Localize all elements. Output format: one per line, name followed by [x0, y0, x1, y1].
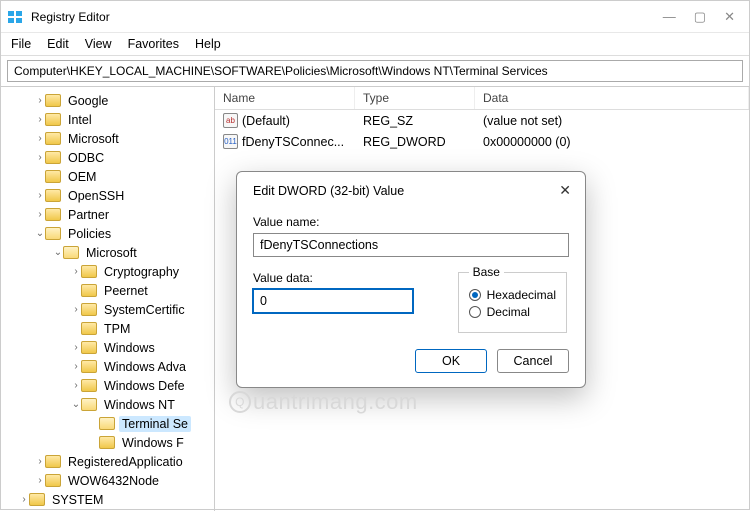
expand-icon[interactable]: › [71, 361, 81, 372]
tree-item[interactable]: Peernet [101, 283, 151, 299]
list-header: Name Type Data [215, 87, 749, 110]
expand-icon[interactable]: › [71, 380, 81, 391]
radio-icon [469, 289, 481, 301]
tree-item[interactable]: Windows Adva [101, 359, 189, 375]
col-type[interactable]: Type [355, 87, 475, 109]
radio-hexadecimal[interactable]: Hexadecimal [469, 288, 556, 302]
expand-icon[interactable]: › [35, 475, 45, 486]
expand-icon[interactable]: › [71, 266, 81, 277]
tree-item-windows-nt[interactable]: Windows NT [101, 397, 178, 413]
address-input[interactable] [7, 60, 743, 82]
tree-item-microsoft[interactable]: Microsoft [83, 245, 140, 261]
radio-label: Hexadecimal [487, 288, 556, 302]
radio-decimal[interactable]: Decimal [469, 305, 556, 319]
value-data: 0x00000000 (0) [475, 135, 749, 149]
ok-button[interactable]: OK [415, 349, 487, 373]
dword-value-icon: 011 [223, 134, 238, 149]
list-item[interactable]: 011 fDenyTSConnec... REG_DWORD 0x00000000… [215, 131, 749, 152]
registry-tree: ›Google ›Intel ›Microsoft ›ODBC OEM ›Ope… [1, 87, 215, 511]
tree-item[interactable]: Partner [65, 207, 112, 223]
tree-item[interactable]: Windows Defe [101, 378, 188, 394]
address-bar [1, 56, 749, 87]
list-item[interactable]: ab (Default) REG_SZ (value not set) [215, 110, 749, 131]
value-name-input[interactable] [253, 233, 569, 257]
value-name: (Default) [242, 114, 290, 128]
expand-icon[interactable]: › [35, 114, 45, 125]
expand-icon[interactable]: › [71, 342, 81, 353]
collapse-icon[interactable]: ⌄ [71, 399, 81, 410]
value-type: REG_SZ [355, 114, 475, 128]
col-name[interactable]: Name [215, 87, 355, 109]
expand-icon[interactable]: › [35, 456, 45, 467]
expand-icon[interactable]: › [35, 95, 45, 106]
window-titlebar: Registry Editor — ▢ ✕ [1, 1, 749, 33]
tree-item[interactable]: ODBC [65, 150, 107, 166]
window-title: Registry Editor [31, 10, 110, 24]
window-minimize-button[interactable]: — [663, 9, 676, 25]
radio-icon [469, 306, 481, 318]
menu-help[interactable]: Help [195, 37, 221, 51]
tree-item[interactable]: SystemCertific [101, 302, 188, 318]
value-data-input[interactable] [253, 289, 413, 313]
tree-item[interactable]: Intel [65, 112, 95, 128]
value-type: REG_DWORD [355, 135, 475, 149]
dialog-title: Edit DWORD (32-bit) Value [253, 184, 404, 198]
base-group: Base Hexadecimal Decimal [458, 265, 567, 333]
collapse-icon[interactable]: ⌄ [53, 247, 63, 258]
tree-item[interactable]: Windows F [119, 435, 187, 451]
tree-item[interactable]: TPM [101, 321, 133, 337]
cancel-button[interactable]: Cancel [497, 349, 569, 373]
expand-icon[interactable]: › [35, 133, 45, 144]
menu-file[interactable]: File [11, 37, 31, 51]
value-data-label: Value data: [253, 271, 438, 285]
radio-label: Decimal [487, 305, 530, 319]
tree-item[interactable]: RegisteredApplicatio [65, 454, 186, 470]
menu-view[interactable]: View [85, 37, 112, 51]
expand-icon[interactable]: › [71, 304, 81, 315]
tree-item[interactable]: OpenSSH [65, 188, 127, 204]
tree-item[interactable]: Windows [101, 340, 158, 356]
value-name: fDenyTSConnec... [242, 135, 344, 149]
tree-item[interactable]: WOW6432Node [65, 473, 162, 489]
window-close-button[interactable]: ✕ [724, 9, 735, 25]
dialog-close-button[interactable]: ✕ [559, 182, 571, 199]
expand-icon[interactable]: › [35, 209, 45, 220]
tree-item[interactable]: Google [65, 93, 111, 109]
collapse-icon[interactable]: ⌄ [35, 228, 45, 239]
tree-item-terminal-services[interactable]: Terminal Se [119, 416, 191, 432]
tree-item[interactable]: Cryptography [101, 264, 182, 280]
value-name-label: Value name: [253, 215, 569, 229]
regedit-app-icon [7, 9, 23, 25]
window-maximize-button[interactable]: ▢ [694, 9, 706, 25]
string-value-icon: ab [223, 113, 238, 128]
menu-edit[interactable]: Edit [47, 37, 69, 51]
col-data[interactable]: Data [475, 87, 749, 109]
tree-item[interactable]: OEM [65, 169, 99, 185]
base-legend: Base [469, 265, 504, 279]
tree-item-policies[interactable]: Policies [65, 226, 114, 242]
tree-item[interactable]: Microsoft [65, 131, 122, 147]
value-data: (value not set) [475, 114, 749, 128]
expand-icon[interactable]: › [35, 152, 45, 163]
expand-icon[interactable]: › [19, 494, 29, 505]
menu-bar: File Edit View Favorites Help [1, 33, 749, 56]
expand-icon[interactable]: › [35, 190, 45, 201]
tree-item-system[interactable]: SYSTEM [49, 492, 106, 508]
edit-dword-dialog: Edit DWORD (32-bit) Value ✕ Value name: … [236, 171, 586, 388]
menu-favorites[interactable]: Favorites [128, 37, 179, 51]
